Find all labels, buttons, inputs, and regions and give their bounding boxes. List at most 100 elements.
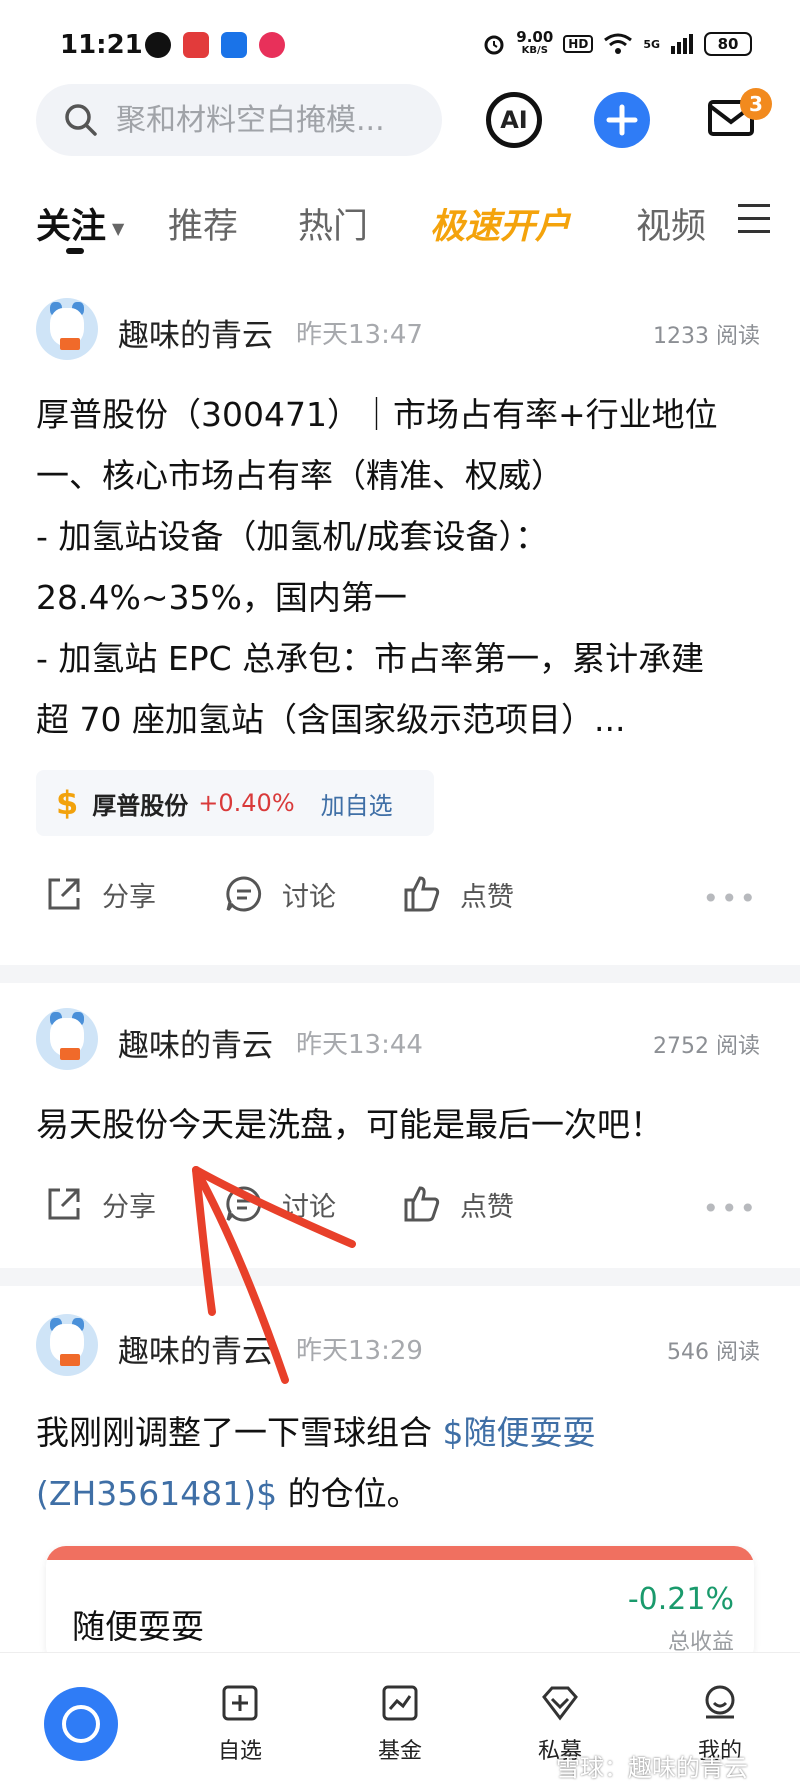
like-label: 点赞 xyxy=(460,1191,514,1223)
ai-button[interactable]: AI xyxy=(486,92,542,148)
net-speed-unit: KB/S xyxy=(521,45,548,56)
menu-icon[interactable] xyxy=(738,204,770,234)
message-count-badge: 3 xyxy=(740,88,772,120)
share-label: 分享 xyxy=(102,1191,156,1223)
post-actions: 分享 讨论 点赞 ••• xyxy=(0,1184,800,1244)
status-time: 11:21 xyxy=(60,30,143,60)
portfolio-link-code[interactable]: (ZH3561481)$ xyxy=(36,1474,277,1513)
snowball-logo-icon xyxy=(62,1705,100,1743)
watchlist-icon xyxy=(222,1685,258,1721)
nav-watchlist-label: 自选 xyxy=(217,1739,262,1764)
discuss-label: 讨论 xyxy=(282,881,336,913)
post-line: 厚普股份（300471）｜市场占有率+行业地位 xyxy=(36,395,718,434)
post-time: 昨天13:29 xyxy=(296,1336,423,1366)
diamond-icon xyxy=(542,1686,578,1721)
portfolio-card-stripe xyxy=(46,1546,754,1560)
profile-icon xyxy=(705,1685,735,1719)
post-read-count: 1233 阅读 xyxy=(653,324,760,349)
nav-watchlist[interactable]: 自选 xyxy=(200,1683,280,1765)
wechat-icon xyxy=(145,32,171,58)
active-tab-indicator xyxy=(66,248,84,254)
alarm-icon xyxy=(484,35,504,55)
tab-quick-account[interactable]: 极速开户 xyxy=(430,198,570,249)
portfolio-return: -0.21% xyxy=(627,1582,734,1617)
status-app-icons xyxy=(145,32,285,58)
post-time: 昨天13:47 xyxy=(296,320,423,350)
add-post-button[interactable] xyxy=(594,92,650,148)
post-body[interactable]: 我刚刚调整了一下雪球组合 $随便耍耍 (ZH3561481)$ 的仓位。 xyxy=(36,1402,766,1524)
share-button[interactable]: 分享 xyxy=(44,874,156,914)
thumbs-up-icon xyxy=(404,876,440,912)
net-speed-value: 9.00 xyxy=(516,28,554,46)
share-label: 分享 xyxy=(102,881,156,913)
signal-type: 5G xyxy=(643,37,660,51)
post-line: - 加氢站设备（加氢机/成套设备）： xyxy=(36,517,549,556)
avatar[interactable] xyxy=(36,1008,98,1070)
more-options-icon[interactable]: ••• xyxy=(702,882,758,915)
nav-funds-label: 基金 xyxy=(377,1739,422,1764)
battery-indicator: 80 xyxy=(704,32,752,56)
plus-icon xyxy=(606,104,638,136)
post-read-count: 546 阅读 xyxy=(667,1340,760,1365)
search-icon xyxy=(65,104,97,136)
caret-down-icon: ▼ xyxy=(112,218,125,238)
search-bar[interactable] xyxy=(36,84,442,156)
post-line: 28.4%~35%，国内第一 xyxy=(36,578,407,617)
like-button[interactable]: 点赞 xyxy=(402,874,514,914)
portfolio-card[interactable]: 随便耍耍 -0.21% 总收益 xyxy=(46,1546,754,1666)
tab-following[interactable]: 关注 ▼ xyxy=(36,198,124,249)
more-options-icon[interactable]: ••• xyxy=(702,1192,758,1225)
nav-funds[interactable]: 基金 xyxy=(360,1683,440,1765)
status-indicators: 9.00 KB/S HD 5G 80 xyxy=(482,30,752,58)
discuss-button[interactable]: 讨论 xyxy=(224,874,336,914)
stock-chip[interactable]: $ 厚普股份 +0.40% 加自选 xyxy=(36,770,434,836)
home-button[interactable] xyxy=(44,1687,118,1761)
net-speed: 9.00 KB/S xyxy=(516,30,553,58)
post-text: 我刚刚调整了一下雪球组合 xyxy=(36,1413,443,1452)
tab-following-label: 关注 xyxy=(36,207,107,247)
ai-label: AI xyxy=(500,106,528,134)
comment-icon xyxy=(226,1186,262,1222)
tab-video[interactable]: 视频 xyxy=(636,198,706,249)
divider xyxy=(0,965,800,983)
post-author[interactable]: 趣味的青云 xyxy=(118,1020,273,1065)
post-author[interactable]: 趣味的青云 xyxy=(118,1326,273,1371)
app-pink-icon xyxy=(259,32,285,58)
wifi-icon xyxy=(604,33,633,54)
tab-hot[interactable]: 热门 xyxy=(298,198,368,249)
like-button[interactable]: 点赞 xyxy=(402,1184,514,1224)
avatar[interactable] xyxy=(36,1314,98,1376)
avatar[interactable] xyxy=(36,298,98,360)
post-line: - 加氢站 EPC 总承包：市占率第一，累计承建 xyxy=(36,639,705,678)
portfolio-name: 随便耍耍 xyxy=(72,1607,204,1646)
hd-badge: HD xyxy=(563,35,594,53)
alipay-icon xyxy=(221,32,247,58)
portfolio-link[interactable]: $随便耍耍 xyxy=(443,1413,596,1452)
post-read-count: 2752 阅读 xyxy=(653,1034,760,1059)
share-button[interactable]: 分享 xyxy=(44,1184,156,1224)
discuss-button[interactable]: 讨论 xyxy=(224,1184,336,1224)
status-bar: 11:21 9.00 KB/S HD 5G 80 xyxy=(0,0,800,92)
signal-icon xyxy=(671,34,693,54)
tab-recommended[interactable]: 推荐 xyxy=(168,198,238,249)
post-body[interactable]: 厚普股份（300471）｜市场占有率+行业地位 一、核心市场占有率（精准、权威）… xyxy=(36,384,766,750)
post-time: 昨天13:44 xyxy=(296,1030,423,1060)
watermark: 雪球：趣味的青云 xyxy=(556,1754,748,1782)
post-actions: 分享 讨论 点赞 ••• xyxy=(0,874,800,934)
divider xyxy=(0,1268,800,1286)
app-red-icon xyxy=(183,32,209,58)
comment-icon xyxy=(226,876,262,912)
post-author[interactable]: 趣味的青云 xyxy=(118,310,273,355)
thumbs-up-icon xyxy=(404,1186,440,1222)
post-text: 的仓位。 xyxy=(277,1474,420,1513)
share-icon xyxy=(48,1188,80,1220)
search-input[interactable] xyxy=(116,102,416,138)
feed-tabs: 关注 ▼ 推荐 热门 极速开户 视频 xyxy=(0,190,800,260)
share-icon xyxy=(48,878,80,910)
post-line: 超 70 座加氢站（含国家级示范项目）... xyxy=(36,700,626,739)
add-watchlist-button[interactable]: 加自选 xyxy=(321,786,393,821)
dollar-icon: $ xyxy=(56,784,79,822)
post-body[interactable]: 易天股份今天是洗盘，可能是最后一次吧！ xyxy=(36,1094,766,1155)
like-label: 点赞 xyxy=(460,881,514,913)
discuss-label: 讨论 xyxy=(282,1191,336,1223)
